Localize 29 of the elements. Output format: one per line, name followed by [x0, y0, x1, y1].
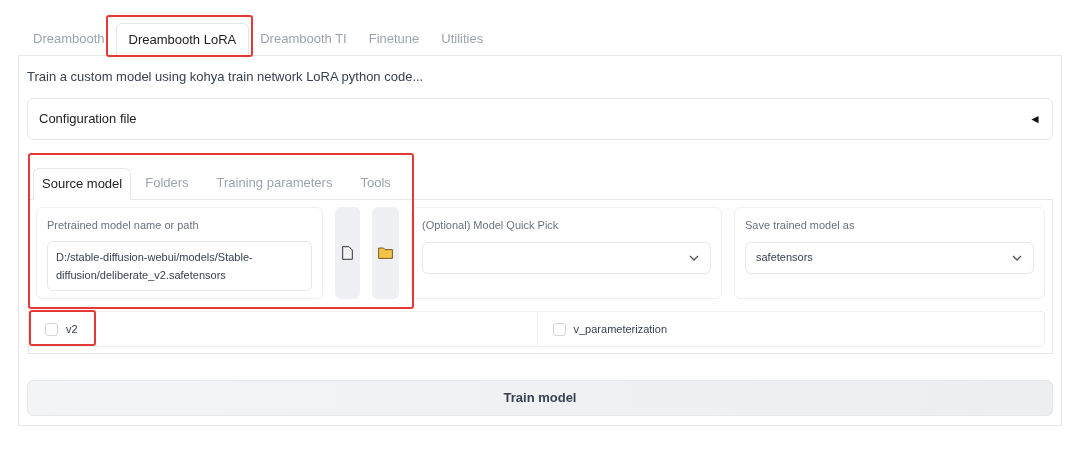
document-icon: [342, 246, 353, 260]
file-button[interactable]: [335, 207, 360, 299]
tab[interactable]: Dreambooth: [22, 22, 116, 55]
model-path-field[interactable]: D:/stable-diffusion-webui/models/Stable-diffusion/deliberate_v2.safetensors: [47, 240, 312, 291]
field-label: (Optional) Model Quick Pick: [422, 218, 560, 233]
accordion-label: Configuration file: [39, 110, 137, 129]
train-model-button[interactable]: Train model: [27, 380, 1053, 416]
accordion-toggle: ◄: [1029, 110, 1041, 128]
checkbox-label: v2: [66, 321, 78, 337]
tab[interactable]: Utilities: [430, 22, 495, 55]
folder-button[interactable]: [372, 207, 399, 299]
checkbox[interactable]: [45, 322, 58, 336]
dropdown[interactable]: safetensors: [745, 241, 1034, 274]
tab[interactable]: Training parameters: [202, 167, 347, 199]
checkbox[interactable]: [552, 322, 566, 336]
dropdown-value: safetensors: [756, 250, 813, 266]
tab[interactable]: Dreambooth TI: [249, 22, 358, 55]
description-text: Train a custom model using kohya train network LoRA python code...: [27, 68, 425, 86]
tab[interactable]: Folders: [131, 167, 203, 199]
folder-icon: [378, 247, 393, 259]
dropdown[interactable]: [422, 241, 711, 274]
field-label: Pretrained model name or path: [47, 218, 200, 233]
tab[interactable]: Source model: [33, 168, 132, 200]
field-label: Save trained model as: [745, 218, 856, 233]
tab[interactable]: Tools: [346, 167, 405, 199]
tab[interactable]: Dreambooth LoRA: [115, 23, 250, 56]
checkbox-label: v_parameterization: [573, 321, 668, 337]
tab[interactable]: Finetune: [357, 22, 431, 55]
configuration-accordion[interactable]: Configuration file ◄: [27, 98, 1053, 140]
